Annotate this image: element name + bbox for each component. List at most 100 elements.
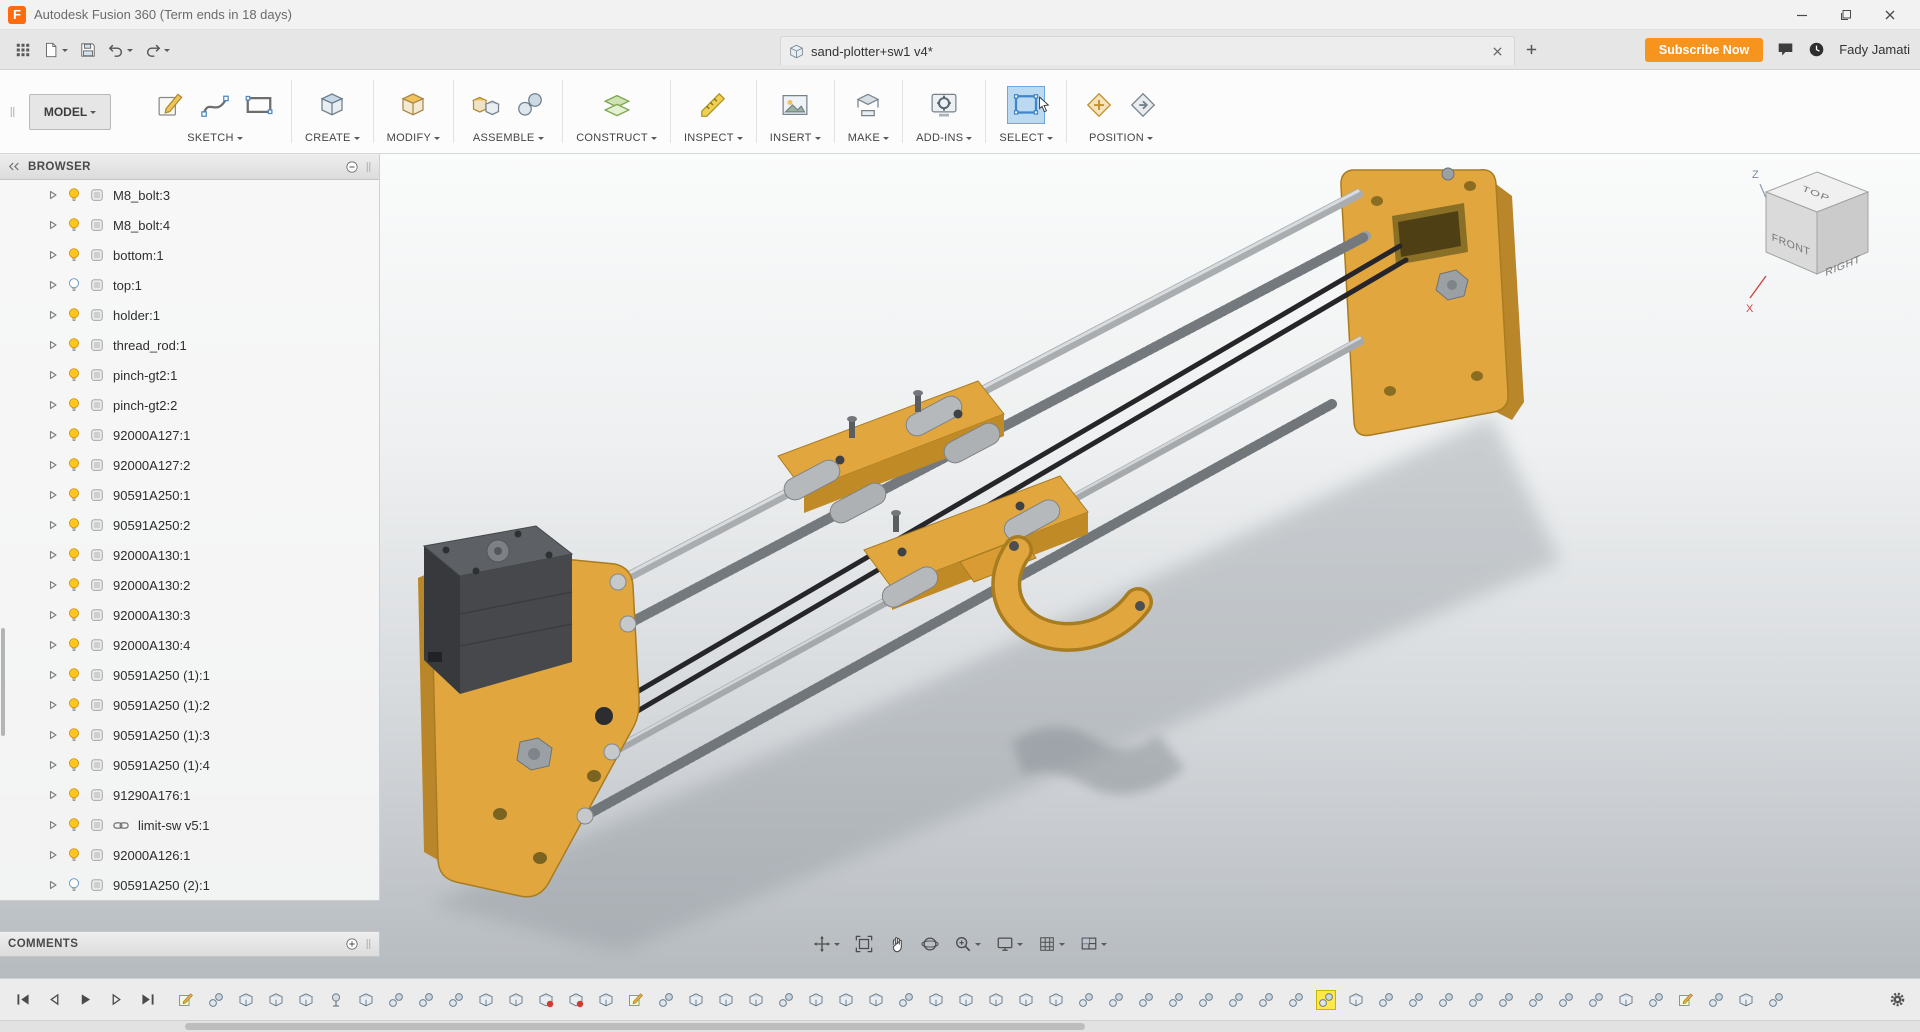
browser-item[interactable]: 90591A250:1 bbox=[0, 480, 379, 510]
visibility-toggle[interactable] bbox=[67, 277, 81, 293]
timeline-feature-sketch[interactable] bbox=[176, 990, 196, 1010]
expand-panel-icon[interactable] bbox=[346, 938, 358, 950]
timeline-feature-sketch[interactable] bbox=[1676, 990, 1696, 1010]
timeline-settings-button[interactable] bbox=[1887, 989, 1908, 1010]
browser-item[interactable]: 90591A250 (1):1 bbox=[0, 660, 379, 690]
visibility-toggle[interactable] bbox=[67, 457, 81, 473]
browser-item[interactable]: 92000A130:2 bbox=[0, 570, 379, 600]
timeline-feature-comp[interactable] bbox=[866, 990, 886, 1010]
ribbon-group-label[interactable]: POSITION bbox=[1089, 132, 1153, 144]
browser-item[interactable]: M8_bolt:4 bbox=[0, 210, 379, 240]
visibility-toggle[interactable] bbox=[67, 577, 81, 593]
ribbon-group-label[interactable]: INSPECT bbox=[684, 132, 743, 144]
timeline-feature-joint[interactable] bbox=[1136, 990, 1156, 1010]
timeline-feature-joint[interactable] bbox=[1316, 989, 1336, 1010]
triangle-icon[interactable] bbox=[48, 880, 58, 890]
timeline-feature-joint[interactable] bbox=[1076, 990, 1096, 1010]
timeline-feature-joint[interactable] bbox=[1646, 990, 1666, 1010]
timeline-feature-joint[interactable] bbox=[206, 990, 226, 1010]
sketch-spline-icon[interactable] bbox=[196, 86, 234, 124]
panel-grip-icon[interactable] bbox=[366, 938, 371, 950]
browser-item[interactable]: 92000A127:1 bbox=[0, 420, 379, 450]
timeline-feature-joint[interactable] bbox=[1286, 990, 1306, 1010]
ribbon-group-label[interactable]: MAKE bbox=[848, 132, 890, 144]
timeline-feature-joint[interactable] bbox=[1106, 990, 1126, 1010]
nav-display-button[interactable] bbox=[992, 932, 1027, 956]
timeline-feature-comp[interactable] bbox=[296, 990, 316, 1010]
timeline-feature-joint[interactable] bbox=[446, 990, 466, 1010]
browser-item[interactable]: 92000A130:3 bbox=[0, 600, 379, 630]
browser-item[interactable]: 92000A127:2 bbox=[0, 450, 379, 480]
visibility-toggle[interactable] bbox=[67, 247, 81, 263]
nav-viewports-button[interactable] bbox=[1076, 932, 1111, 956]
browser-panel-header[interactable]: BROWSER bbox=[0, 154, 379, 180]
visibility-toggle[interactable] bbox=[67, 217, 81, 233]
nav-pan-button[interactable] bbox=[809, 932, 844, 956]
ribbon-group-label[interactable]: INSERT bbox=[770, 132, 821, 144]
browser-item[interactable]: 92000A126:1 bbox=[0, 840, 379, 870]
triangle-icon[interactable] bbox=[48, 790, 58, 800]
triangle-icon[interactable] bbox=[48, 550, 58, 560]
tl-next-button[interactable] bbox=[105, 989, 127, 1011]
timeline-feature-comp[interactable] bbox=[356, 990, 376, 1010]
ribbon-group-label[interactable]: ASSEMBLE bbox=[473, 132, 544, 144]
timeline-feature-comp[interactable] bbox=[476, 990, 496, 1010]
minimize-panel-icon[interactable] bbox=[346, 160, 358, 173]
undo-button[interactable] bbox=[103, 36, 138, 64]
triangle-icon[interactable] bbox=[48, 700, 58, 710]
timeline-feature-comp[interactable] bbox=[686, 990, 706, 1010]
position-capture-icon[interactable] bbox=[1080, 86, 1118, 124]
browser-item[interactable]: holder:1 bbox=[0, 300, 379, 330]
document-tab-close-button[interactable] bbox=[1489, 43, 1506, 60]
nav-orbit-button[interactable] bbox=[917, 932, 943, 956]
sketch-rect-icon[interactable] bbox=[240, 86, 278, 124]
timeline-feature-joint[interactable] bbox=[1436, 990, 1456, 1010]
triangle-icon[interactable] bbox=[48, 400, 58, 410]
tl-start-button[interactable] bbox=[12, 989, 34, 1011]
timeline-feature-joint[interactable] bbox=[776, 990, 796, 1010]
nav-fit-button[interactable] bbox=[851, 932, 877, 956]
visibility-toggle[interactable] bbox=[67, 487, 81, 503]
triangle-icon[interactable] bbox=[48, 460, 58, 470]
browser-item[interactable]: pinch-gt2:1 bbox=[0, 360, 379, 390]
timeline-feature-joint[interactable] bbox=[1166, 990, 1186, 1010]
visibility-toggle[interactable] bbox=[67, 607, 81, 623]
triangle-icon[interactable] bbox=[48, 190, 58, 200]
visibility-toggle[interactable] bbox=[67, 697, 81, 713]
triangle-icon[interactable] bbox=[48, 850, 58, 860]
timeline-feature-warn[interactable] bbox=[566, 990, 586, 1010]
visibility-toggle[interactable] bbox=[67, 637, 81, 653]
timeline-feature-joint[interactable] bbox=[896, 990, 916, 1010]
tl-end-button[interactable] bbox=[136, 989, 158, 1011]
browser-scrollbar[interactable] bbox=[1, 628, 5, 736]
timeline-feature-sketch[interactable] bbox=[626, 990, 646, 1010]
job-status-button[interactable] bbox=[1808, 41, 1825, 58]
visibility-toggle[interactable] bbox=[67, 427, 81, 443]
collapse-panel-icon[interactable] bbox=[8, 162, 20, 171]
browser-item[interactable]: 90591A250 (1):3 bbox=[0, 720, 379, 750]
visibility-toggle[interactable] bbox=[67, 397, 81, 413]
triangle-icon[interactable] bbox=[48, 610, 58, 620]
timeline-feature-comp[interactable] bbox=[506, 990, 526, 1010]
timeline-feature-comp[interactable] bbox=[1616, 990, 1636, 1010]
visibility-toggle[interactable] bbox=[67, 757, 81, 773]
new-document-tab-button[interactable] bbox=[1522, 40, 1541, 59]
visibility-toggle[interactable] bbox=[67, 547, 81, 563]
visibility-toggle[interactable] bbox=[67, 517, 81, 533]
inspect-icon[interactable] bbox=[694, 86, 732, 124]
timeline-feature-joint[interactable] bbox=[1496, 990, 1516, 1010]
timeline-feature-joint[interactable] bbox=[416, 990, 436, 1010]
browser-item[interactable]: 90591A250 (1):4 bbox=[0, 750, 379, 780]
timeline-feature-joint[interactable] bbox=[1226, 990, 1246, 1010]
timeline-scrollbar[interactable] bbox=[0, 1020, 1920, 1032]
comments-panel-header[interactable]: COMMENTS bbox=[0, 931, 380, 957]
ribbon-group-label[interactable]: SELECT bbox=[999, 132, 1053, 144]
visibility-toggle[interactable] bbox=[67, 187, 81, 203]
timeline-feature-joint[interactable] bbox=[1196, 990, 1216, 1010]
tl-play-button[interactable] bbox=[74, 989, 96, 1011]
addins-icon[interactable] bbox=[925, 86, 963, 124]
timeline-feature-warn[interactable] bbox=[536, 990, 556, 1010]
user-account-menu[interactable]: Fady Jamati bbox=[1839, 42, 1910, 57]
triangle-icon[interactable] bbox=[48, 220, 58, 230]
browser-item[interactable]: 90591A250 (2):1 bbox=[0, 870, 379, 900]
